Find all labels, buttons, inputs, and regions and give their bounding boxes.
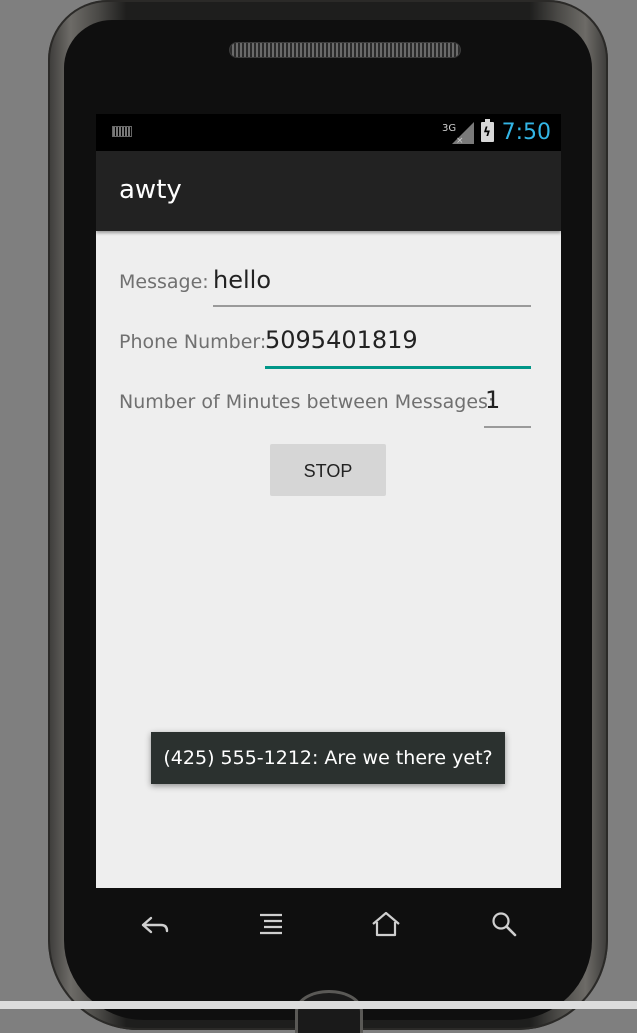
signal-icon: 3G × [442, 122, 474, 144]
svg-text:×: × [456, 136, 464, 144]
network-type: 3G [442, 123, 456, 134]
minutes-label: Number of Minutes between Messages: [119, 391, 495, 413]
toast-message: (425) 555-1212: Are we there yet? [151, 732, 505, 784]
home-icon [372, 911, 400, 937]
minutes-input-underline [484, 426, 531, 428]
recent-apps-button[interactable] [251, 906, 291, 942]
message-input-underline [213, 305, 531, 307]
search-icon [492, 912, 517, 937]
window-bottom-edge [0, 1001, 637, 1009]
app-title: awty [119, 175, 182, 205]
device-screen: 3G × ϟ 7:50 awty Message: hello Phone Nu… [96, 114, 561, 888]
home-button[interactable] [366, 906, 406, 942]
navigation-bar [96, 888, 561, 960]
speaker-grille [229, 42, 461, 58]
recent-apps-icon [260, 913, 282, 935]
phone-input-underline [265, 366, 531, 369]
battery-charging-icon: ϟ [481, 119, 494, 142]
hardware-trackball [295, 990, 363, 1033]
phone-input[interactable]: 5095401819 [265, 325, 418, 355]
message-label: Message: [119, 271, 209, 293]
back-button[interactable] [134, 906, 174, 942]
stop-button[interactable]: STOP [270, 444, 386, 496]
search-button[interactable] [484, 906, 524, 942]
keyboard-icon [112, 126, 132, 137]
phone-label: Phone Number: [119, 331, 267, 353]
action-bar: awty [96, 151, 561, 231]
status-bar: 3G × ϟ 7:50 [96, 114, 561, 151]
status-clock: 7:50 [501, 120, 551, 145]
message-input[interactable]: hello [213, 265, 271, 295]
minutes-input[interactable]: 1 [485, 385, 500, 415]
back-icon [141, 916, 169, 934]
